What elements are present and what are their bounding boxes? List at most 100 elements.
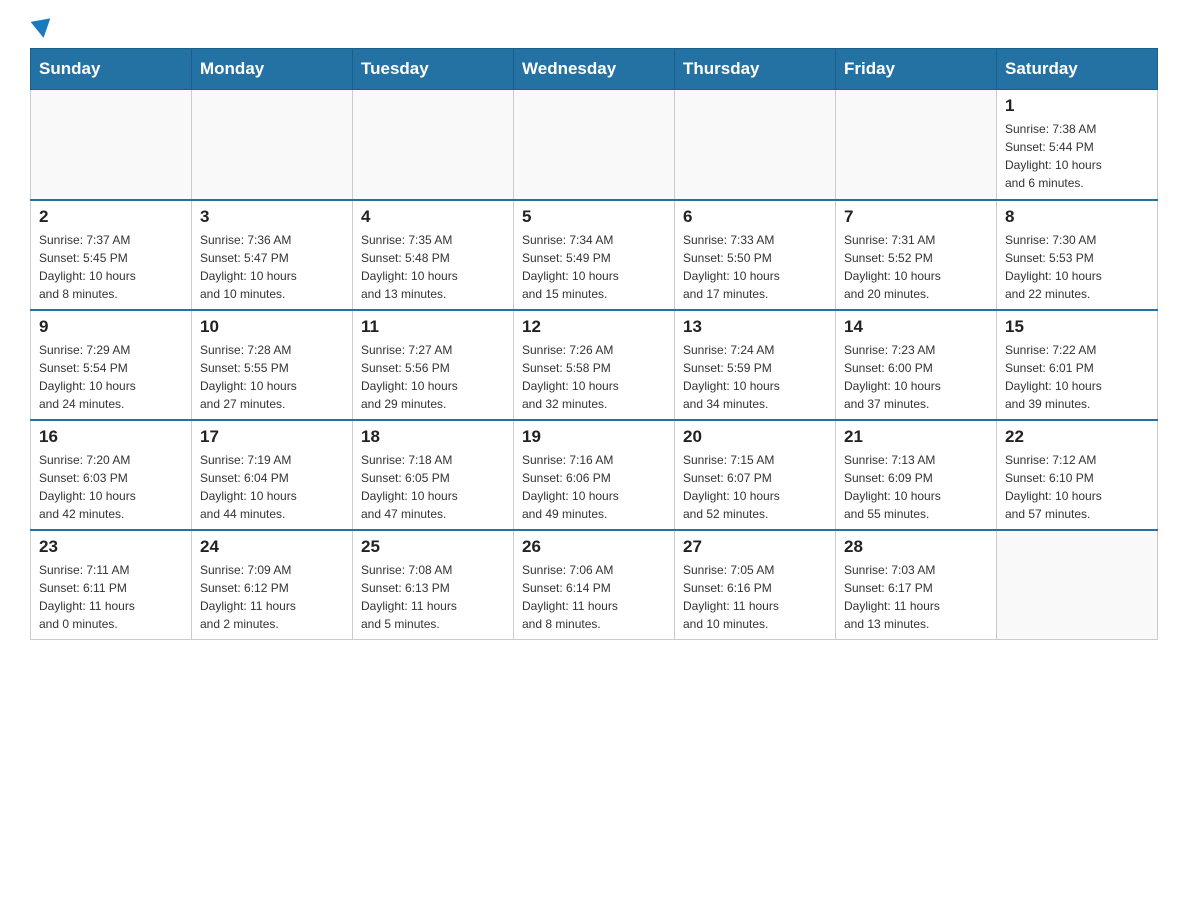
calendar-cell	[997, 530, 1158, 640]
day-info: Sunrise: 7:11 AM Sunset: 6:11 PM Dayligh…	[39, 561, 183, 633]
day-number: 4	[361, 207, 505, 227]
calendar-cell: 15 Sunrise: 7:22 AM Sunset: 6:01 PM Dayli…	[997, 310, 1158, 420]
day-info: Sunrise: 7:19 AM Sunset: 6:04 PM Dayligh…	[200, 451, 344, 523]
calendar-cell: 1 Sunrise: 7:38 AM Sunset: 5:44 PM Daylig…	[997, 90, 1158, 200]
day-info: Sunrise: 7:31 AM Sunset: 5:52 PM Dayligh…	[844, 231, 988, 303]
day-info: Sunrise: 7:23 AM Sunset: 6:00 PM Dayligh…	[844, 341, 988, 413]
calendar-week-row: 1 Sunrise: 7:38 AM Sunset: 5:44 PM Daylig…	[31, 90, 1158, 200]
calendar-cell: 5 Sunrise: 7:34 AM Sunset: 5:49 PM Daylig…	[514, 200, 675, 310]
calendar-cell: 16 Sunrise: 7:20 AM Sunset: 6:03 PM Dayli…	[31, 420, 192, 530]
calendar-cell: 7 Sunrise: 7:31 AM Sunset: 5:52 PM Daylig…	[836, 200, 997, 310]
day-number: 15	[1005, 317, 1149, 337]
day-number: 23	[39, 537, 183, 557]
day-info: Sunrise: 7:08 AM Sunset: 6:13 PM Dayligh…	[361, 561, 505, 633]
calendar-cell: 17 Sunrise: 7:19 AM Sunset: 6:04 PM Dayli…	[192, 420, 353, 530]
day-number: 24	[200, 537, 344, 557]
day-number: 12	[522, 317, 666, 337]
calendar-cell	[675, 90, 836, 200]
calendar-cell: 4 Sunrise: 7:35 AM Sunset: 5:48 PM Daylig…	[353, 200, 514, 310]
day-info: Sunrise: 7:30 AM Sunset: 5:53 PM Dayligh…	[1005, 231, 1149, 303]
calendar-table: SundayMondayTuesdayWednesdayThursdayFrid…	[30, 48, 1158, 640]
day-info: Sunrise: 7:27 AM Sunset: 5:56 PM Dayligh…	[361, 341, 505, 413]
day-number: 6	[683, 207, 827, 227]
day-number: 20	[683, 427, 827, 447]
calendar-cell: 19Sunrise: 7:16 AM Sunset: 6:06 PM Dayli…	[514, 420, 675, 530]
calendar-cell: 12 Sunrise: 7:26 AM Sunset: 5:58 PM Dayli…	[514, 310, 675, 420]
calendar-cell: 22Sunrise: 7:12 AM Sunset: 6:10 PM Dayli…	[997, 420, 1158, 530]
calendar-cell: 14 Sunrise: 7:23 AM Sunset: 6:00 PM Dayli…	[836, 310, 997, 420]
day-info: Sunrise: 7:35 AM Sunset: 5:48 PM Dayligh…	[361, 231, 505, 303]
calendar-cell: 20 Sunrise: 7:15 AM Sunset: 6:07 PM Dayli…	[675, 420, 836, 530]
day-number: 26	[522, 537, 666, 557]
calendar-cell: 18 Sunrise: 7:18 AM Sunset: 6:05 PM Dayli…	[353, 420, 514, 530]
logo	[30, 20, 54, 38]
day-info: Sunrise: 7:29 AM Sunset: 5:54 PM Dayligh…	[39, 341, 183, 413]
day-info: Sunrise: 7:15 AM Sunset: 6:07 PM Dayligh…	[683, 451, 827, 523]
calendar-cell: 13 Sunrise: 7:24 AM Sunset: 5:59 PM Dayli…	[675, 310, 836, 420]
day-info: Sunrise: 7:37 AM Sunset: 5:45 PM Dayligh…	[39, 231, 183, 303]
day-number: 17	[200, 427, 344, 447]
day-info: Sunrise: 7:22 AM Sunset: 6:01 PM Dayligh…	[1005, 341, 1149, 413]
day-info: Sunrise: 7:03 AM Sunset: 6:17 PM Dayligh…	[844, 561, 988, 633]
calendar-cell: 11 Sunrise: 7:27 AM Sunset: 5:56 PM Dayli…	[353, 310, 514, 420]
day-of-week-header: Monday	[192, 49, 353, 90]
calendar-cell: 9 Sunrise: 7:29 AM Sunset: 5:54 PM Daylig…	[31, 310, 192, 420]
day-of-week-header: Friday	[836, 49, 997, 90]
calendar-week-row: 23 Sunrise: 7:11 AM Sunset: 6:11 PM Dayli…	[31, 530, 1158, 640]
day-number: 25	[361, 537, 505, 557]
day-number: 16	[39, 427, 183, 447]
day-info: Sunrise: 7:20 AM Sunset: 6:03 PM Dayligh…	[39, 451, 183, 523]
calendar-cell	[192, 90, 353, 200]
calendar-cell: 3 Sunrise: 7:36 AM Sunset: 5:47 PM Daylig…	[192, 200, 353, 310]
day-number: 22	[1005, 427, 1149, 447]
day-number: 21	[844, 427, 988, 447]
calendar-cell: 28 Sunrise: 7:03 AM Sunset: 6:17 PM Dayli…	[836, 530, 997, 640]
day-of-week-header: Sunday	[31, 49, 192, 90]
day-info: Sunrise: 7:33 AM Sunset: 5:50 PM Dayligh…	[683, 231, 827, 303]
day-number: 1	[1005, 96, 1149, 116]
calendar-cell	[836, 90, 997, 200]
calendar-cell: 21 Sunrise: 7:13 AM Sunset: 6:09 PM Dayli…	[836, 420, 997, 530]
day-number: 14	[844, 317, 988, 337]
day-number: 27	[683, 537, 827, 557]
day-number: 13	[683, 317, 827, 337]
page-header	[30, 20, 1158, 38]
logo-triangle-icon	[31, 18, 54, 39]
day-number: 2	[39, 207, 183, 227]
day-of-week-header: Thursday	[675, 49, 836, 90]
day-info: Sunrise: 7:13 AM Sunset: 6:09 PM Dayligh…	[844, 451, 988, 523]
day-number: 19	[522, 427, 666, 447]
day-number: 9	[39, 317, 183, 337]
day-of-week-header: Wednesday	[514, 49, 675, 90]
day-number: 28	[844, 537, 988, 557]
calendar-header-row: SundayMondayTuesdayWednesdayThursdayFrid…	[31, 49, 1158, 90]
day-info: Sunrise: 7:18 AM Sunset: 6:05 PM Dayligh…	[361, 451, 505, 523]
day-number: 7	[844, 207, 988, 227]
calendar-cell: 6 Sunrise: 7:33 AM Sunset: 5:50 PM Daylig…	[675, 200, 836, 310]
day-number: 5	[522, 207, 666, 227]
day-number: 10	[200, 317, 344, 337]
day-info: Sunrise: 7:34 AM Sunset: 5:49 PM Dayligh…	[522, 231, 666, 303]
calendar-cell: 24 Sunrise: 7:09 AM Sunset: 6:12 PM Dayli…	[192, 530, 353, 640]
calendar-week-row: 2 Sunrise: 7:37 AM Sunset: 5:45 PM Daylig…	[31, 200, 1158, 310]
calendar-cell: 25 Sunrise: 7:08 AM Sunset: 6:13 PM Dayli…	[353, 530, 514, 640]
day-info: Sunrise: 7:24 AM Sunset: 5:59 PM Dayligh…	[683, 341, 827, 413]
day-number: 11	[361, 317, 505, 337]
day-info: Sunrise: 7:28 AM Sunset: 5:55 PM Dayligh…	[200, 341, 344, 413]
calendar-cell: 26 Sunrise: 7:06 AM Sunset: 6:14 PM Dayli…	[514, 530, 675, 640]
day-info: Sunrise: 7:05 AM Sunset: 6:16 PM Dayligh…	[683, 561, 827, 633]
day-number: 8	[1005, 207, 1149, 227]
day-number: 18	[361, 427, 505, 447]
day-of-week-header: Tuesday	[353, 49, 514, 90]
calendar-cell	[353, 90, 514, 200]
day-info: Sunrise: 7:36 AM Sunset: 5:47 PM Dayligh…	[200, 231, 344, 303]
day-info: Sunrise: 7:26 AM Sunset: 5:58 PM Dayligh…	[522, 341, 666, 413]
day-info: Sunrise: 7:06 AM Sunset: 6:14 PM Dayligh…	[522, 561, 666, 633]
calendar-cell: 27 Sunrise: 7:05 AM Sunset: 6:16 PM Dayli…	[675, 530, 836, 640]
day-info: Sunrise: 7:09 AM Sunset: 6:12 PM Dayligh…	[200, 561, 344, 633]
calendar-cell: 2 Sunrise: 7:37 AM Sunset: 5:45 PM Daylig…	[31, 200, 192, 310]
calendar-cell: 23 Sunrise: 7:11 AM Sunset: 6:11 PM Dayli…	[31, 530, 192, 640]
day-info: Sunrise: 7:38 AM Sunset: 5:44 PM Dayligh…	[1005, 120, 1149, 192]
calendar-cell	[514, 90, 675, 200]
day-number: 3	[200, 207, 344, 227]
